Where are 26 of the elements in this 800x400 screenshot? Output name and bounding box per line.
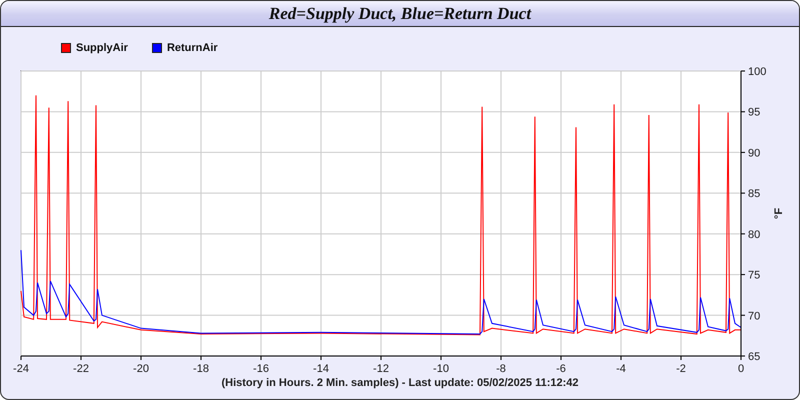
tick-label: 65 [748, 351, 760, 363]
tick-label: -6 [556, 363, 566, 375]
tick-label: -22 [73, 363, 89, 375]
tick-label: 95 [748, 106, 760, 119]
tick-label: -2 [676, 363, 686, 375]
tick-label: 70 [748, 310, 760, 322]
chart-title: Red=Supply Duct, Blue=Return Duct [1, 1, 799, 27]
tick-label: 85 [748, 188, 760, 200]
axis-label: (History in Hours. 2 Min. samples) - Last update: 05/02/2025 11:12:42 [220, 377, 580, 389]
tick-label: 75 [748, 270, 760, 282]
legend-item: SupplyAir [61, 42, 128, 54]
tick-label: 90 [748, 147, 760, 160]
tick-label: -20 [133, 363, 149, 375]
tick-label: -12 [373, 363, 389, 375]
tick-label: -24 [13, 363, 29, 375]
tick-label: -14 [313, 363, 329, 375]
tick-label: -18 [193, 363, 209, 375]
tick-label: -16 [253, 363, 269, 375]
tick-label: -8 [496, 363, 506, 375]
tick-label: -10 [433, 363, 449, 375]
tick-label: 0 [738, 363, 744, 375]
tick-label: 80 [748, 228, 760, 241]
axis-label: °F [773, 208, 785, 220]
tick-label: 100 [748, 66, 766, 78]
legend-item: ReturnAir [152, 42, 218, 54]
tick-label: -4 [616, 363, 626, 375]
